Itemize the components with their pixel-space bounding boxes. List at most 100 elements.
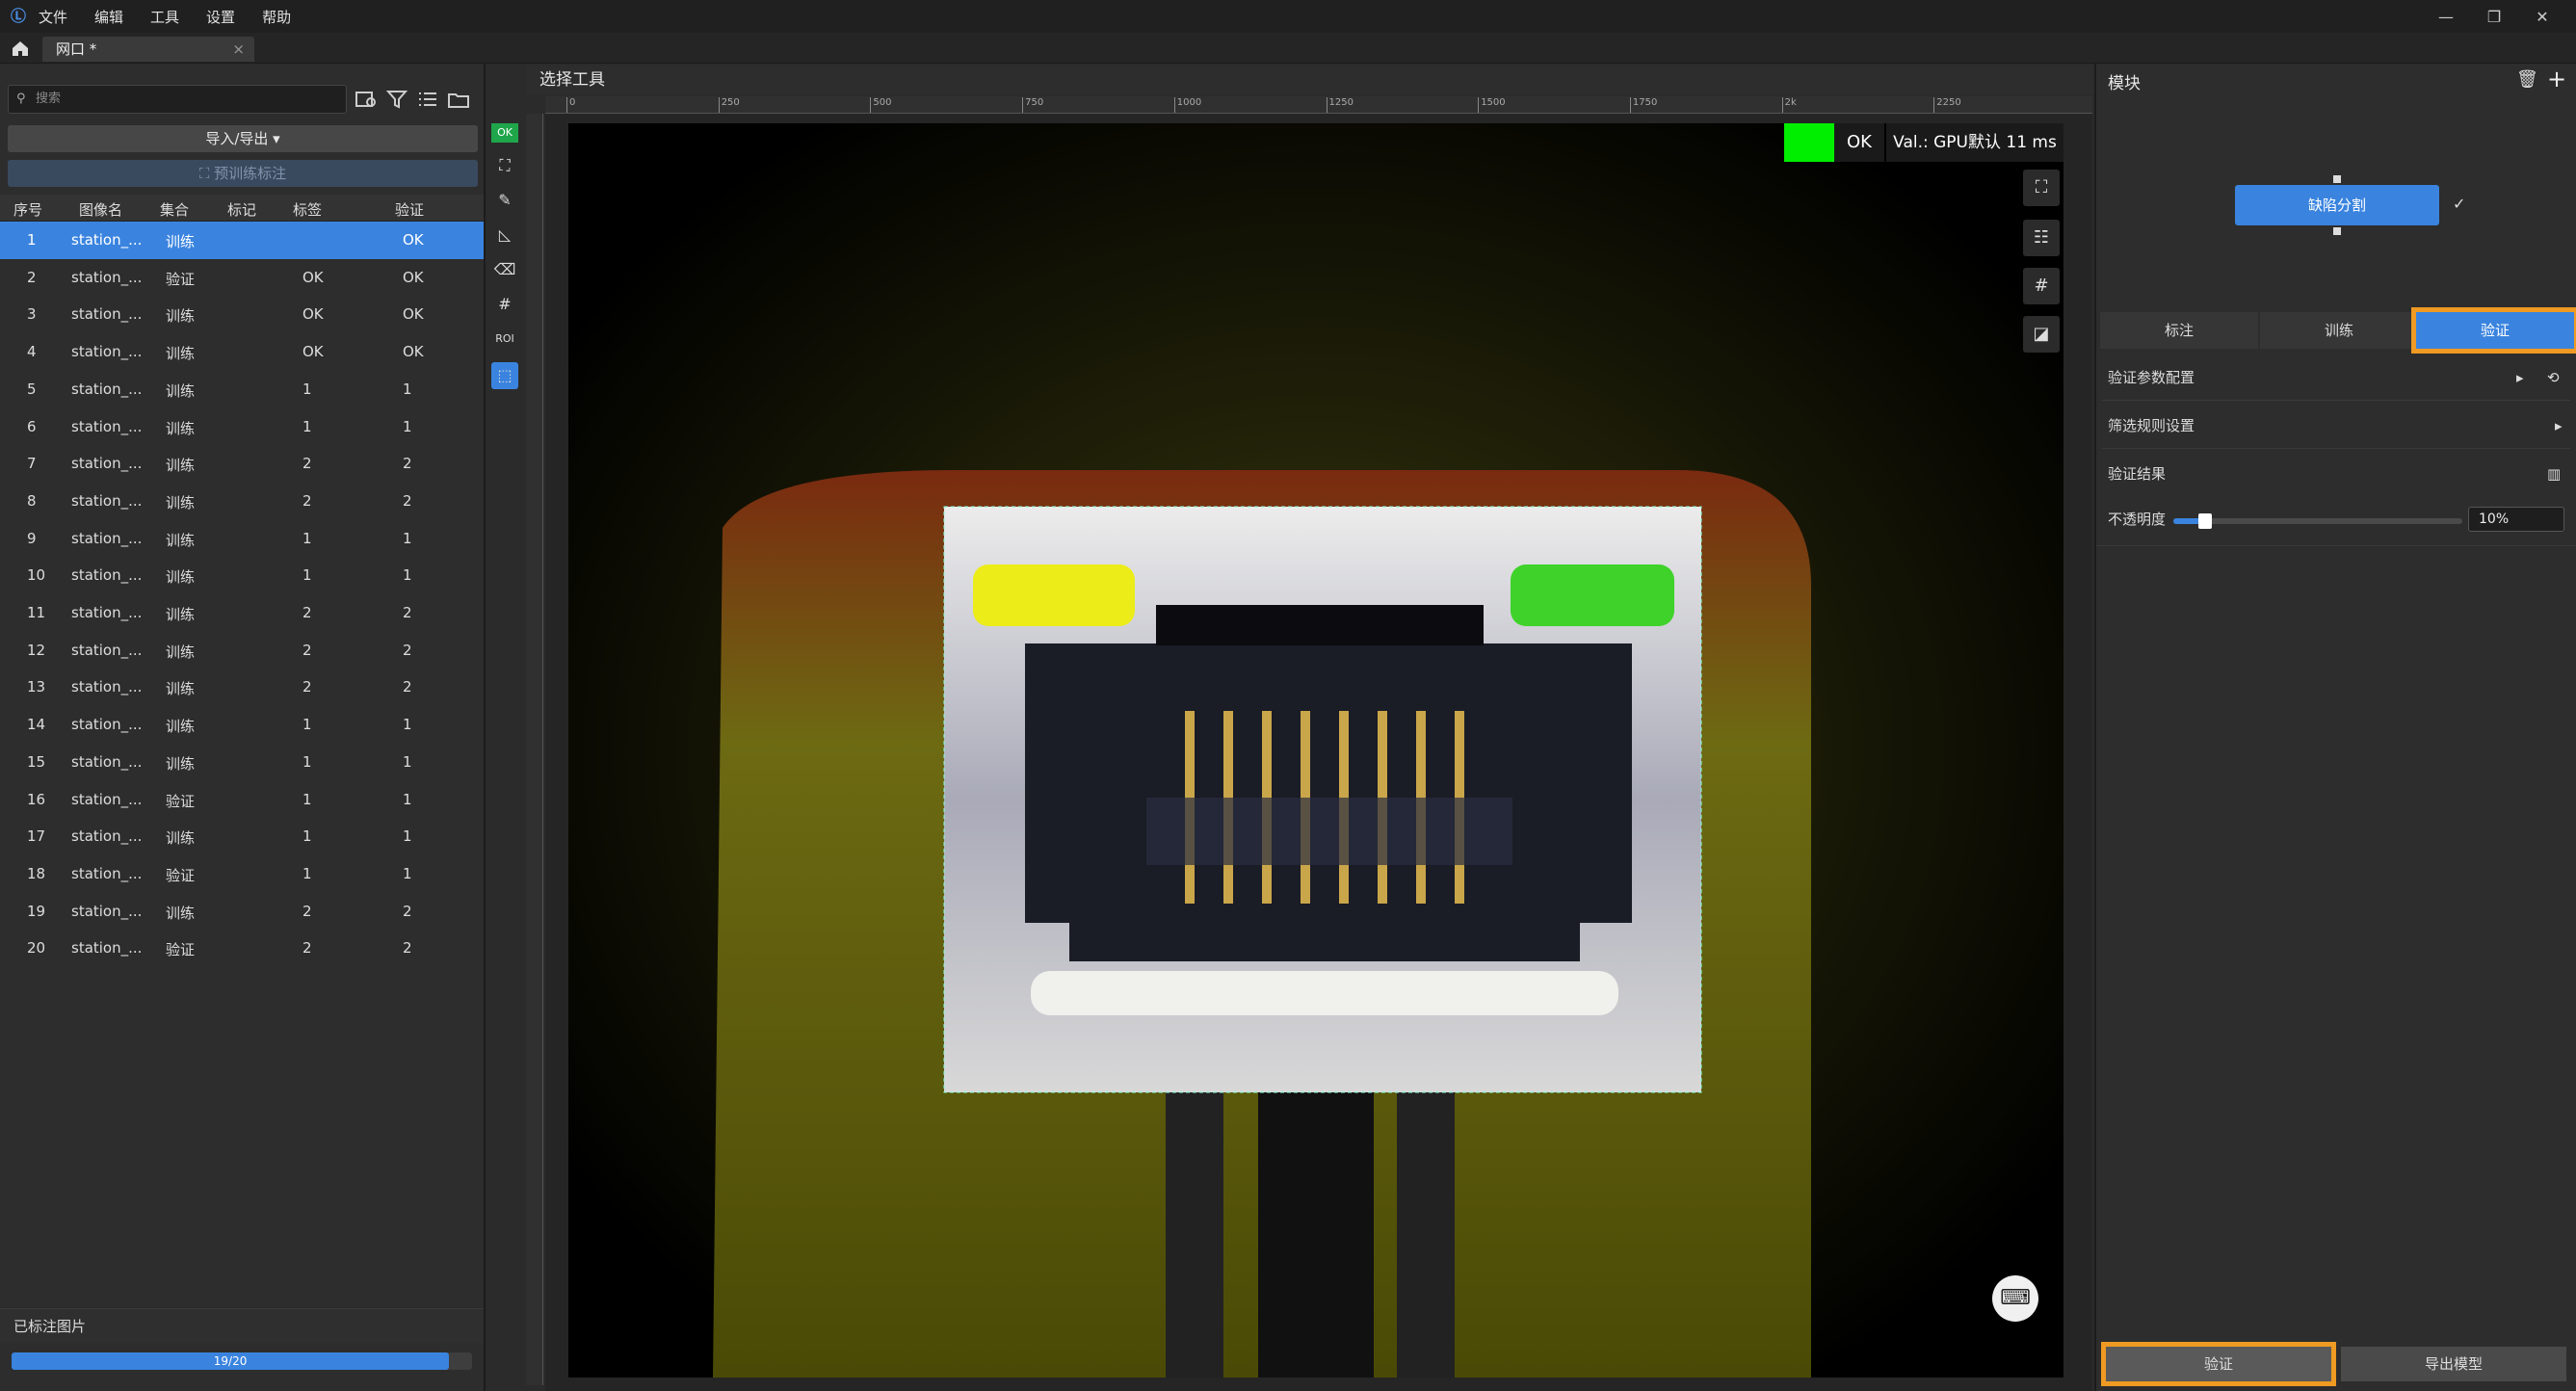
search-input[interactable]: ⚲ 搜索 — [8, 85, 347, 114]
display-options-icon[interactable]: ☷ — [2023, 220, 2060, 256]
cell-name: station_... — [71, 752, 143, 771]
opacity-label: 不透明度 — [2108, 511, 2167, 528]
table-row[interactable]: 14 station_... 训练 1 1 — [0, 706, 484, 744]
grid-overlay-icon[interactable]: # — [2023, 268, 2060, 304]
menu-tools[interactable]: 工具 — [150, 7, 179, 27]
cell-label: 2 — [302, 641, 312, 659]
fit-view-icon[interactable]: ⛶ — [2023, 170, 2060, 206]
verify-button[interactable]: 验证 — [2101, 1342, 2336, 1386]
chart-icon[interactable]: ▥ — [2547, 451, 2561, 497]
filter-rules-row[interactable]: 筛选规则设置 ▸ — [2102, 403, 2570, 449]
cell-label: 1 — [302, 716, 312, 734]
table-row[interactable]: 7 station_... 训练 2 2 — [0, 445, 484, 483]
table-row[interactable]: 8 station_... 训练 2 2 — [0, 483, 484, 520]
image-filter-icon[interactable] — [355, 89, 378, 110]
table-row[interactable]: 10 station_... 训练 1 1 — [0, 557, 484, 594]
pretrain-annotate-button[interactable]: ⛶ 预训练标注 — [8, 160, 478, 187]
table-row[interactable]: 20 station_... 验证 2 2 — [0, 930, 484, 967]
col-image-name[interactable]: 图像名 — [79, 199, 122, 220]
menu-help[interactable]: 帮助 — [262, 7, 291, 27]
menu-file[interactable]: 文件 — [39, 7, 67, 27]
cell-set: 训练 — [166, 419, 196, 437]
table-row[interactable]: 4 station_... 训练 OK OK — [0, 333, 484, 371]
node-connector-bottom — [2333, 227, 2341, 235]
cell-idx: 11 — [27, 604, 46, 621]
expand-arrow-icon[interactable]: ▸ — [2516, 354, 2524, 401]
canvas-title: 选择工具 — [526, 66, 2094, 94]
table-row[interactable]: 15 station_... 训练 1 1 — [0, 744, 484, 781]
export-model-button[interactable]: 导出模型 — [2341, 1347, 2566, 1381]
menu-edit[interactable]: 编辑 — [94, 7, 123, 27]
table-row[interactable]: 16 station_... 验证 1 1 — [0, 781, 484, 819]
folder-icon[interactable] — [447, 89, 470, 110]
home-icon[interactable] — [10, 39, 31, 58]
col-label[interactable]: 标签 — [293, 199, 322, 220]
ruler-tick: 1000 — [1173, 97, 1201, 113]
restore-button[interactable]: ❐ — [2470, 8, 2518, 26]
verify-results-row[interactable]: 验证结果 ▥ — [2102, 451, 2570, 497]
table-row[interactable]: 19 station_... 训练 2 2 — [0, 893, 484, 931]
tab-train[interactable]: 训练 — [2260, 312, 2418, 349]
opacity-input[interactable]: 10% — [2468, 507, 2564, 532]
cell-verify: 1 — [403, 752, 412, 771]
cell-label: 1 — [302, 529, 312, 547]
polygon-tool-icon[interactable]: ⛶ — [491, 152, 518, 179]
cell-name: station_... — [71, 641, 143, 659]
opacity-slider-knob[interactable] — [2198, 513, 2212, 529]
tab-annotate[interactable]: 标注 — [2100, 312, 2258, 349]
cell-name: station_... — [71, 864, 143, 882]
filter-icon[interactable] — [385, 89, 408, 110]
history-icon[interactable]: ⟲ — [2547, 354, 2560, 401]
title-bar: Ⓛ 文件 编辑 工具 设置 帮助 — ❐ ✕ — [0, 0, 2576, 33]
table-row[interactable]: 6 station_... 训练 1 1 — [0, 408, 484, 446]
table-row[interactable]: 18 station_... 验证 1 1 — [0, 855, 484, 893]
table-row[interactable]: 5 station_... 训练 1 1 — [0, 371, 484, 408]
col-verify[interactable]: 验证 — [395, 199, 424, 220]
table-row[interactable]: 11 station_... 训练 2 2 — [0, 594, 484, 632]
defect-segmentation-module[interactable]: 缺陷分割 — [2235, 185, 2439, 225]
minimize-button[interactable]: — — [2422, 8, 2470, 26]
col-mark[interactable]: 标记 — [227, 199, 256, 220]
table-row[interactable]: 2 station_... 验证 OK OK — [0, 259, 484, 297]
table-row[interactable]: 13 station_... 训练 2 2 — [0, 669, 484, 706]
import-export-button[interactable]: 导入/导出 ▾ — [8, 125, 478, 152]
mask-toggle-icon[interactable]: ◪ — [2023, 316, 2060, 353]
table-row[interactable]: 12 station_... 训练 2 2 — [0, 632, 484, 669]
table-row[interactable]: 9 station_... 训练 1 1 — [0, 520, 484, 558]
tab-close-icon[interactable]: × — [232, 37, 245, 62]
cell-idx: 13 — [27, 678, 46, 696]
col-set[interactable]: 集合 — [160, 199, 189, 220]
cell-label: 1 — [302, 827, 312, 846]
horizontal-ruler: 0 250 500 750 1000 1250 1500 1750 2k 2250 — [545, 96, 2092, 114]
cell-verify: 1 — [403, 380, 412, 398]
tab-network-port[interactable]: 网口 * × — [42, 37, 254, 62]
cell-label: 1 — [302, 566, 312, 585]
close-window-button[interactable]: ✕ — [2518, 8, 2566, 26]
cell-idx: 7 — [27, 455, 37, 473]
keyboard-shortcuts-icon[interactable]: ⌨ — [1992, 1275, 2038, 1322]
table-row[interactable]: 17 station_... 训练 1 1 — [0, 818, 484, 855]
menu-settings[interactable]: 设置 — [206, 7, 235, 27]
cell-name: station_... — [71, 604, 143, 621]
opacity-slider[interactable] — [2173, 513, 2462, 529]
expand-arrow-icon[interactable]: ▸ — [2555, 403, 2563, 449]
eraser-icon[interactable]: ⌫ — [491, 256, 518, 283]
cell-verify: 2 — [403, 902, 412, 920]
select-tool-icon[interactable]: ⬚ — [491, 362, 518, 389]
ruler-tool-icon[interactable]: ◺ — [491, 222, 518, 249]
grid-tool-icon[interactable]: # — [491, 291, 518, 318]
list-view-icon[interactable] — [416, 89, 439, 110]
col-index[interactable]: 序号 — [13, 199, 42, 220]
tab-verify[interactable]: 验证 — [2411, 307, 2576, 354]
verify-params-row[interactable]: 验证参数配置 ▸ ⟲ — [2102, 354, 2570, 401]
connector-image[interactable]: OK Val.: GPU默认 11 ms ⛶ ☷ # ◪ ⌨ — [568, 123, 2063, 1378]
cell-name: station_... — [71, 939, 143, 958]
roi-tool[interactable]: ROI — [491, 326, 518, 353]
delete-icon[interactable]: 🗑 — [2516, 69, 2538, 90]
add-module-icon[interactable]: + — [2547, 66, 2566, 92]
table-row[interactable]: 1 station_... 训练 OK — [0, 222, 484, 259]
magic-wand-icon[interactable]: ✎ — [491, 187, 518, 214]
table-row[interactable]: 3 station_... 训练 OK OK — [0, 296, 484, 333]
ok-tool[interactable]: OK — [491, 123, 518, 143]
annotated-images-label: 已标注图片 — [0, 1308, 484, 1343]
